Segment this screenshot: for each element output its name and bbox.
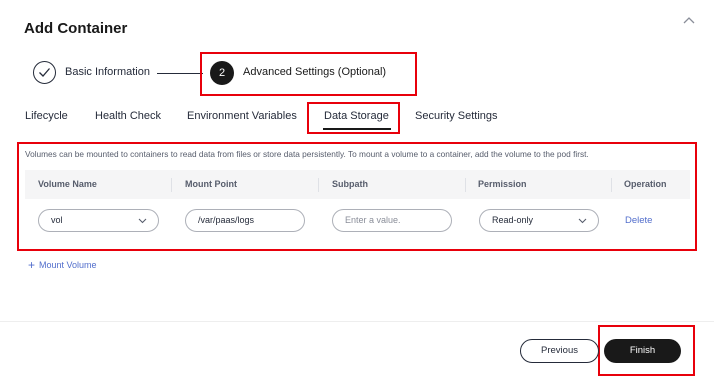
column-subpath: Subpath: [332, 179, 368, 189]
tab-security-settings[interactable]: Security Settings: [415, 110, 498, 122]
column-volume-name: Volume Name: [38, 179, 97, 189]
column-operation: Operation: [624, 179, 667, 189]
table-header: Volume Name Mount Point Subpath Permissi…: [25, 170, 690, 199]
check-icon: [39, 68, 50, 77]
mount-volume-label: Mount Volume: [39, 260, 97, 270]
mount-point-input[interactable]: /var/paas/logs: [185, 209, 305, 232]
volume-name-value: vol: [51, 215, 63, 225]
dialog-title: Add Container: [24, 20, 128, 37]
active-tab-indicator: [323, 128, 391, 130]
tab-data-storage[interactable]: Data Storage: [324, 110, 389, 122]
subpath-placeholder: Enter a value.: [345, 215, 401, 225]
column-separator: [171, 178, 172, 192]
mount-volume-button[interactable]: + Mount Volume: [28, 258, 97, 272]
tab-health-check[interactable]: Health Check: [95, 110, 161, 122]
delete-link[interactable]: Delete: [625, 215, 652, 226]
tab-lifecycle[interactable]: Lifecycle: [25, 110, 68, 122]
column-separator: [611, 178, 612, 192]
permission-value: Read-only: [492, 215, 534, 225]
column-separator: [465, 178, 466, 192]
previous-button[interactable]: Previous: [520, 339, 599, 363]
step-connector-line: [157, 73, 203, 74]
volume-name-select[interactable]: vol: [38, 209, 159, 232]
collapse-icon[interactable]: [682, 12, 696, 24]
subpath-input[interactable]: Enter a value.: [332, 209, 452, 232]
highlight-box-step: [200, 52, 417, 96]
chevron-down-icon: [578, 218, 587, 224]
mount-point-value: /var/paas/logs: [198, 215, 255, 225]
column-permission: Permission: [478, 179, 527, 189]
step-basic-information-label: Basic Information: [65, 66, 150, 78]
step-basic-information-check: [33, 61, 56, 84]
column-separator: [318, 178, 319, 192]
column-mount-point: Mount Point: [185, 179, 237, 189]
plus-icon: +: [28, 258, 36, 272]
chevron-down-icon: [138, 218, 147, 224]
footer-divider: [0, 321, 714, 322]
finish-button[interactable]: Finish: [604, 339, 681, 363]
data-storage-description: Volumes can be mounted to containers to …: [25, 149, 589, 159]
tab-environment-variables[interactable]: Environment Variables: [187, 110, 297, 122]
permission-select[interactable]: Read-only: [479, 209, 599, 232]
